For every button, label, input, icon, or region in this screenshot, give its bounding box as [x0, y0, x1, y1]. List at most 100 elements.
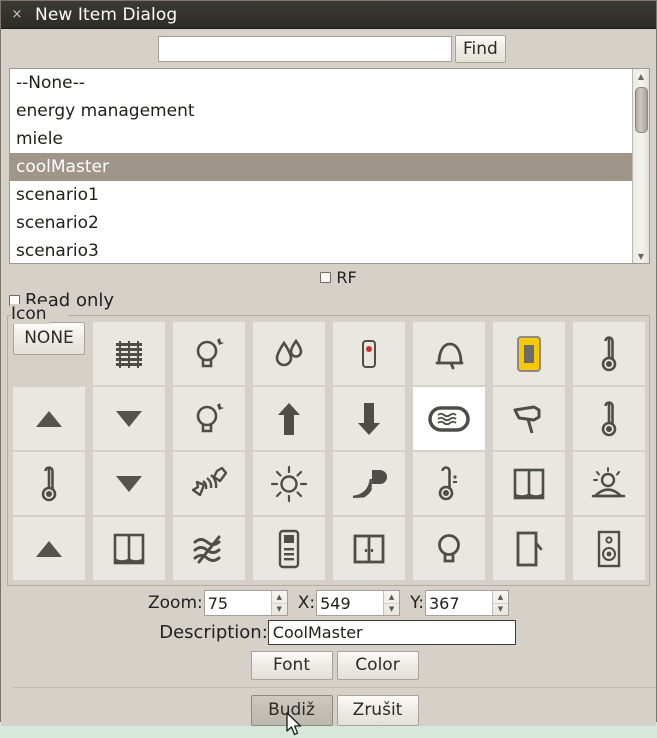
zoom-label: Zoom:	[148, 593, 203, 613]
icon-cell-sensor[interactable]	[333, 322, 405, 385]
scrollbar-thumb[interactable]	[635, 87, 648, 133]
y-increment-icon[interactable]: ▲	[492, 591, 508, 604]
arrow-up-triangle-icon	[33, 537, 65, 561]
zoom-increment-icon[interactable]: ▲	[271, 591, 287, 604]
icon-cell-lightbulb-on[interactable]	[173, 387, 245, 450]
description-input[interactable]	[267, 620, 516, 645]
x-input[interactable]	[317, 591, 384, 615]
icon-cell-door[interactable]	[493, 517, 565, 580]
icon-cell-lightbulb[interactable]	[413, 517, 485, 580]
shutter-icon	[112, 532, 146, 566]
x-stepper-buttons[interactable]: ▲ ▼	[383, 591, 400, 616]
zoom-decrement-icon[interactable]: ▼	[272, 604, 287, 616]
search-input[interactable]	[158, 36, 452, 62]
icon-cell-shutter[interactable]	[93, 517, 165, 580]
x-stepper[interactable]: ▲ ▼	[316, 590, 401, 616]
icon-cell-arrow-down-triangle[interactable]	[93, 387, 165, 450]
ok-button[interactable]: Budiž	[250, 695, 333, 726]
dialog-body: Find --None-- energy management miele coolM…	[1, 29, 656, 726]
font-button[interactable]: Font	[250, 651, 333, 680]
air-conditioner-icon	[427, 404, 471, 434]
thermometer-small-icon	[436, 464, 462, 504]
shutter-icon	[512, 467, 546, 501]
icon-cell-sun[interactable]	[253, 452, 325, 515]
icon-cell-speaker-box[interactable]	[573, 517, 645, 580]
wave-lines-icon	[190, 531, 228, 567]
icon-cell-thermometer-small[interactable]	[413, 452, 485, 515]
description-label: Description:	[159, 622, 268, 643]
icon-cell-remote-control[interactable]	[253, 517, 325, 580]
icon-cell-sun-awning[interactable]	[573, 452, 645, 515]
item-list[interactable]: --None-- energy management miele coolMaster…	[10, 69, 632, 263]
lightbulb-on-icon	[191, 335, 227, 373]
x-label: X:	[297, 593, 316, 613]
thermometer-icon	[598, 334, 620, 374]
arrow-down-icon	[356, 401, 382, 437]
titlebar: × New Item Dialog	[1, 1, 656, 29]
hairdryer-icon	[510, 402, 548, 436]
none-button[interactable]: NONE	[13, 322, 85, 355]
icon-cell-thermometer[interactable]	[573, 322, 645, 385]
icon-cell-bell[interactable]	[413, 322, 485, 385]
icon-cell-hairdryer[interactable]	[493, 387, 565, 450]
y-stepper-buttons[interactable]: ▲ ▼	[491, 591, 508, 616]
group-border-right	[68, 315, 649, 316]
window-title: New Item Dialog	[35, 4, 178, 25]
remote-control-icon	[277, 529, 301, 569]
item-list-container: --None-- energy management miele coolMaster…	[9, 68, 650, 264]
icon-groupbox: Icon NONE	[7, 304, 650, 586]
list-item[interactable]: energy management	[10, 97, 632, 125]
list-item[interactable]: --None--	[10, 69, 632, 97]
zoom-stepper-buttons[interactable]: ▲ ▼	[270, 591, 287, 616]
icon-cell-shutter[interactable]	[493, 452, 565, 515]
sensor-icon	[360, 339, 378, 369]
icon-cell-wave-lines[interactable]	[173, 517, 245, 580]
icon-cell-yellow-device[interactable]	[493, 322, 565, 385]
list-item[interactable]: miele	[10, 125, 632, 153]
x-increment-icon[interactable]: ▲	[384, 591, 400, 604]
icon-cell-blinds[interactable]	[93, 322, 165, 385]
zoom-stepper[interactable]: ▲ ▼	[203, 590, 288, 616]
icon-cell-arrow-up[interactable]	[253, 387, 325, 450]
list-item[interactable]: scenario3	[10, 237, 632, 263]
icon-cell-water-drops[interactable]	[253, 322, 325, 385]
read-only-row: Read only	[1, 288, 656, 313]
list-item[interactable]: coolMaster	[10, 153, 632, 181]
list-item[interactable]: scenario1	[10, 181, 632, 209]
rf-checkbox[interactable]	[320, 272, 332, 283]
icon-cell-air-conditioner[interactable]	[413, 387, 485, 450]
y-decrement-icon[interactable]: ▼	[493, 604, 508, 616]
lightbulb-icon	[434, 530, 464, 568]
icon-cell-arrow-down[interactable]	[333, 387, 405, 450]
scroll-up-icon[interactable]: ▲	[634, 69, 649, 83]
y-input[interactable]	[425, 591, 492, 615]
list-scrollbar[interactable]: ▲ ▼	[632, 69, 649, 263]
icon-cell-arrow-down-triangle[interactable]	[93, 452, 165, 515]
y-stepper[interactable]: ▲ ▼	[424, 590, 509, 616]
icon-cell-lightbulb-on[interactable]	[173, 322, 245, 385]
scrollbar-track[interactable]	[633, 83, 649, 249]
rf-label: RF	[336, 268, 357, 287]
close-icon[interactable]: ×	[5, 3, 29, 27]
cancel-button[interactable]: Zrušit	[336, 695, 419, 726]
icon-cell-speakers[interactable]	[173, 452, 245, 515]
icon-cell-arrow-up-triangle[interactable]	[13, 517, 85, 580]
new-item-dialog-window: × New Item Dialog Find --None-- energy ma…	[0, 0, 657, 726]
dialog-footer: Budiž Zrušit	[13, 687, 656, 726]
speaker-box-icon	[596, 530, 622, 568]
color-button[interactable]: Color	[336, 651, 419, 680]
find-button[interactable]: Find	[455, 35, 506, 63]
icon-none-cell: NONE	[13, 322, 85, 385]
sun-awning-icon	[589, 466, 629, 502]
speakers-icon	[189, 465, 229, 503]
icon-cell-speaker-waves[interactable]	[333, 452, 405, 515]
icon-cell-window[interactable]	[333, 517, 405, 580]
x-decrement-icon[interactable]: ▼	[384, 604, 399, 616]
zoom-input[interactable]	[204, 591, 271, 615]
icon-cell-thermometer[interactable]	[573, 387, 645, 450]
scroll-down-icon[interactable]: ▼	[634, 249, 649, 263]
icon-cell-thermometer[interactable]	[13, 452, 85, 515]
list-item[interactable]: scenario2	[10, 209, 632, 237]
icon-cell-arrow-up-triangle[interactable]	[13, 387, 85, 450]
icon-group-title: Icon	[10, 304, 50, 324]
